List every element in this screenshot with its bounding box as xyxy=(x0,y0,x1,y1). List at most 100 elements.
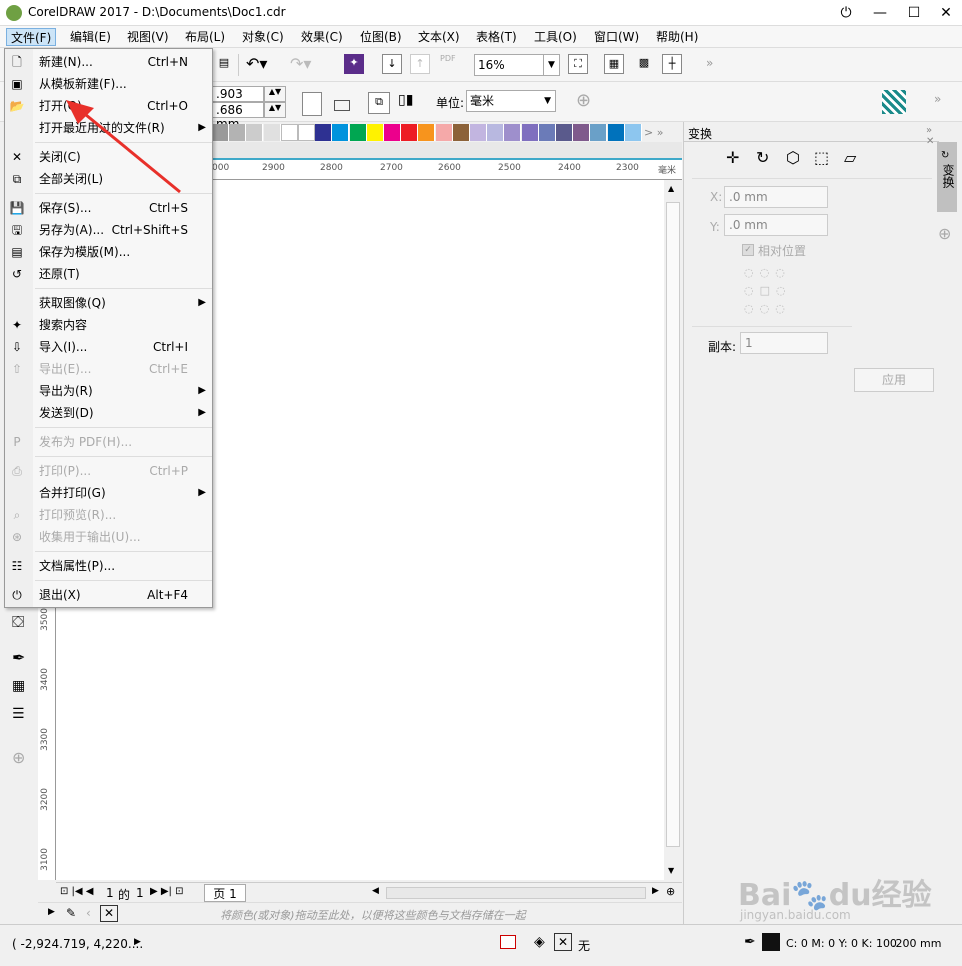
apply-button[interactable]: 应用 xyxy=(854,368,934,392)
rotate-icon[interactable]: ↻ xyxy=(756,148,769,167)
height-spinner[interactable]: ▲▼ xyxy=(264,102,286,118)
current-page-icon[interactable]: ▯▮ xyxy=(398,92,413,108)
file-menu-item[interactable]: ↺ 还原(T) xyxy=(5,263,212,285)
copies-input[interactable]: 1 xyxy=(740,332,828,354)
file-menu-item[interactable]: ✦ 搜索内容 xyxy=(5,314,212,336)
paste-icon[interactable]: ▤ xyxy=(214,54,234,74)
color-swatch[interactable] xyxy=(229,124,247,141)
color-swatch[interactable] xyxy=(590,124,608,141)
outline-color-swatch[interactable] xyxy=(762,933,780,951)
width-spinner[interactable]: ▲▼ xyxy=(264,86,286,102)
portrait-icon[interactable] xyxy=(302,92,322,116)
color-swatch[interactable] xyxy=(470,124,487,141)
scroll-down-icon[interactable]: ▼ xyxy=(668,866,674,875)
add-docker-icon[interactable]: ⊕ xyxy=(938,224,951,243)
show-grid-icon[interactable]: ▩ xyxy=(634,54,654,74)
color-swatch[interactable] xyxy=(521,124,539,141)
import-icon[interactable]: ↓ xyxy=(382,54,402,74)
color-swatch[interactable] xyxy=(401,124,419,141)
x-input[interactable]: .0 mm xyxy=(724,186,828,208)
guidelines-icon[interactable]: ┼ xyxy=(662,54,682,74)
color-profile-icon[interactable] xyxy=(500,935,516,949)
vertical-scrollbar[interactable]: ▲ ▼ xyxy=(664,180,682,880)
menu-layout[interactable]: 布局(L) xyxy=(181,28,229,46)
color-swatch[interactable] xyxy=(556,124,573,141)
show-rulers-icon[interactable]: ▦ xyxy=(604,54,624,74)
color-swatch[interactable] xyxy=(452,124,470,141)
interactive-fill-icon[interactable]: ▦ xyxy=(12,678,25,694)
unit-select[interactable]: 毫米 ▼ xyxy=(466,90,556,112)
search-content-icon[interactable]: ✦ xyxy=(344,54,364,74)
expand-icon[interactable]: ▶ xyxy=(48,907,55,917)
docker-tab-transform[interactable]: ↻ 变换 xyxy=(937,142,957,212)
add-icon[interactable]: ⊕ xyxy=(576,90,591,111)
scroll-left-icon[interactable]: ‹ xyxy=(86,906,91,920)
file-menu-item[interactable]: 🗋 新建(N)... Ctrl+N xyxy=(5,51,212,73)
file-menu-item[interactable]: 💾 保存(S)... Ctrl+S xyxy=(5,197,212,219)
chevron-down-icon[interactable]: ▼ xyxy=(543,55,559,75)
color-swatch[interactable] xyxy=(624,124,642,141)
color-swatch[interactable] xyxy=(366,124,384,141)
menu-window[interactable]: 窗口(W) xyxy=(590,28,643,46)
color-swatch[interactable] xyxy=(487,124,505,141)
scroll-left-icon[interactable]: ◀ xyxy=(372,886,379,896)
height-field[interactable]: .686 mm xyxy=(212,102,264,131)
menu-tools[interactable]: 工具(O) xyxy=(530,28,581,46)
color-swatch[interactable] xyxy=(573,124,591,141)
fill-tool-icon[interactable]: ⛋ xyxy=(12,612,24,632)
properties-icon[interactable]: ☰ xyxy=(12,706,25,722)
more-chevron-icon[interactable]: » xyxy=(706,56,713,70)
export-icon[interactable]: ↑ xyxy=(410,54,430,74)
file-menu-item[interactable]: 🖫 另存为(A)... Ctrl+Shift+S xyxy=(5,219,212,241)
skew-icon[interactable]: ▱ xyxy=(844,148,856,167)
full-screen-icon[interactable]: ⛶ xyxy=(568,54,588,74)
page-tab[interactable]: 页 1 xyxy=(204,884,246,902)
color-swatch[interactable] xyxy=(280,124,298,141)
menu-bitmap[interactable]: 位图(B) xyxy=(356,28,406,46)
position-icon[interactable]: ✛ xyxy=(726,148,739,167)
zoom-select[interactable]: 16% ▼ xyxy=(474,54,560,76)
close-window-button[interactable]: ✕ xyxy=(932,2,960,24)
color-swatch[interactable] xyxy=(504,124,522,141)
pen-tool-icon[interactable]: ✒ xyxy=(12,648,25,667)
maximize-button[interactable]: ☐ xyxy=(900,2,928,24)
color-swatch[interactable] xyxy=(246,124,264,141)
minimize-button[interactable]: — xyxy=(866,2,894,24)
color-swatch[interactable] xyxy=(384,124,401,141)
relative-position-checkbox[interactable]: ✓ xyxy=(742,244,754,256)
pdf-icon[interactable]: PDF xyxy=(440,54,456,63)
color-swatch[interactable] xyxy=(298,124,315,141)
undo-icon[interactable]: ↶▾ xyxy=(246,54,267,73)
color-swatch[interactable] xyxy=(607,124,625,141)
scroll-thumb[interactable] xyxy=(666,202,680,847)
zoom-icon[interactable]: ⊕ xyxy=(666,885,675,898)
eyedropper-icon[interactable]: ✎ xyxy=(66,906,76,920)
all-pages-icon[interactable]: ⧉ xyxy=(368,92,390,114)
file-menu-item[interactable]: 导出为(R) ▶ xyxy=(5,380,212,402)
add-tool-icon[interactable]: ⊕ xyxy=(12,748,25,767)
landscape-icon[interactable] xyxy=(334,100,350,111)
width-field[interactable]: .903 mm xyxy=(212,86,264,115)
color-swatch[interactable] xyxy=(418,124,436,141)
horizontal-scrollbar[interactable] xyxy=(386,887,646,899)
more-chevron-icon[interactable]: » xyxy=(934,92,941,106)
expand-icon[interactable]: ▶ xyxy=(134,937,141,947)
menu-table[interactable]: 表格(T) xyxy=(472,28,521,46)
next-page-icon[interactable]: ▶ ▶| ⊡ xyxy=(150,886,184,897)
color-swatch[interactable] xyxy=(435,124,453,141)
file-menu-item[interactable]: ⇩ 导入(I)... Ctrl+I xyxy=(5,336,212,358)
size-icon[interactable]: ⬚ xyxy=(814,148,829,167)
menu-help[interactable]: 帮助(H) xyxy=(652,28,702,46)
file-menu-item[interactable]: ▣ 从模板新建(F)... xyxy=(5,73,212,95)
file-menu-item[interactable]: 合并打印(G) ▶ xyxy=(5,482,212,504)
anchor-grid[interactable]: ◌◌◌ ◌□◌ ◌◌◌ xyxy=(744,264,796,316)
color-swatch[interactable] xyxy=(349,124,367,141)
file-menu-item[interactable]: 获取图像(Q) ▶ xyxy=(5,292,212,314)
scale-icon[interactable]: ⬡ xyxy=(786,148,800,167)
menu-text[interactable]: 文本(X) xyxy=(414,28,464,46)
file-menu-item[interactable]: 发送到(D) ▶ xyxy=(5,402,212,424)
menu-object[interactable]: 对象(C) xyxy=(238,28,288,46)
color-swatch[interactable] xyxy=(263,124,281,141)
file-menu-item[interactable]: ☷ 文档属性(P)... xyxy=(5,555,212,577)
account-icon[interactable]: ⏻ xyxy=(832,2,860,24)
